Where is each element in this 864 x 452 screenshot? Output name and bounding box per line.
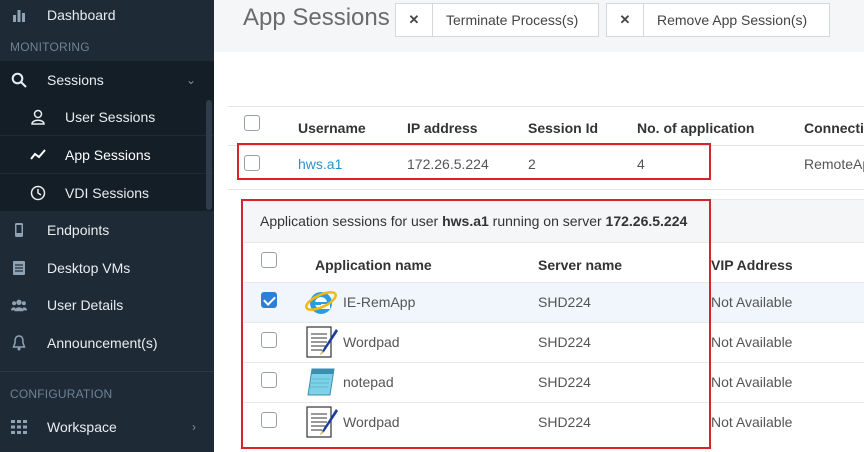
- sidebar-item-app-sessions[interactable]: App Sessions: [0, 136, 214, 173]
- sidebar-item-label: Workspace: [47, 418, 117, 435]
- sidebar-item-label: Dashboard: [47, 6, 116, 23]
- sidebar-item-dashboard[interactable]: Dashboard: [0, 0, 214, 33]
- table-divider: [228, 106, 864, 107]
- remove-app-session-label: Remove App Session(s): [657, 12, 808, 28]
- remove-app-session-button[interactable]: ✕ Remove App Session(s): [606, 3, 830, 37]
- grid-icon: [11, 419, 27, 435]
- bar-chart-icon: [11, 7, 27, 23]
- clock-icon: [30, 185, 46, 201]
- application-name-cell: IE-RemApp: [343, 294, 416, 310]
- sidebar-item-announcements[interactable]: Announcement(s): [0, 324, 214, 361]
- vip-address-cell: Not Available: [711, 334, 793, 350]
- users-icon: [11, 297, 27, 313]
- row-checkbox[interactable]: [261, 372, 277, 388]
- server-icon: [11, 260, 27, 276]
- user-icon: [30, 109, 46, 125]
- table-divider: [228, 189, 864, 190]
- sidebar-item-label: VDI Sessions: [65, 184, 150, 201]
- sidebar-item-label: Sessions: [47, 71, 104, 88]
- column-header-vip-address: VIP Address: [711, 257, 793, 273]
- server-name-cell: SHD224: [538, 334, 591, 350]
- mobile-device-icon: [11, 222, 27, 238]
- sidebar-item-label: Announcement(s): [47, 334, 158, 351]
- column-header-server-name: Server name: [538, 257, 623, 273]
- column-header-ip-address: IP address: [407, 120, 478, 136]
- sidebar-item-endpoints[interactable]: Endpoints: [0, 211, 214, 248]
- sidebar-item-label: App Sessions: [65, 146, 151, 163]
- sidebar-item-label: Desktop VMs: [47, 259, 131, 276]
- close-icon: ✕: [607, 4, 644, 36]
- vip-address-cell: Not Available: [711, 294, 793, 310]
- server-name-cell: SHD224: [538, 414, 591, 430]
- row-checkbox[interactable]: [261, 412, 277, 428]
- column-header-connection: Connectio: [804, 120, 864, 136]
- application-name-cell: notepad: [343, 374, 394, 390]
- caption-prefix: Application sessions for user: [260, 213, 443, 229]
- sidebar-item-sessions[interactable]: Sessions ⌄: [0, 61, 214, 98]
- caption-middle: running on server: [488, 213, 606, 229]
- main-content: App Sessions ✕ Terminate Process(s) ✕ Re…: [214, 0, 864, 452]
- wordpad-icon: [304, 405, 338, 439]
- server-name-cell: SHD224: [538, 374, 591, 390]
- line-chart-icon: [30, 147, 46, 163]
- sidebar-item-workspace[interactable]: Workspace ›: [0, 408, 214, 445]
- row-checkbox[interactable]: [261, 332, 277, 348]
- caption-user: hws.a1: [442, 213, 489, 229]
- page-header: App Sessions ✕ Terminate Process(s) ✕ Re…: [214, 0, 864, 52]
- section-header-configuration: CONFIGURATION: [10, 387, 113, 401]
- sidebar-item-vdi-sessions[interactable]: VDI Sessions: [0, 174, 214, 211]
- caption-server: 172.26.5.224: [605, 213, 688, 229]
- sidebar-scrollbar[interactable]: [206, 100, 212, 210]
- sidebar: Dashboard MONITORING Sessions ⌄ User Ses…: [0, 0, 214, 452]
- app-count-cell: 4: [637, 156, 645, 172]
- ie-icon: [304, 285, 338, 319]
- vip-address-cell: Not Available: [711, 374, 793, 390]
- vip-address-cell: Not Available: [711, 414, 793, 430]
- search-icon: [11, 72, 27, 88]
- page-title: App Sessions: [243, 4, 390, 31]
- chevron-down-icon: ⌄: [185, 72, 196, 87]
- column-header-application-name: Application name: [315, 257, 432, 273]
- close-icon: ✕: [396, 4, 433, 36]
- session-id-cell: 2: [528, 156, 536, 172]
- terminate-process-button[interactable]: ✕ Terminate Process(s): [395, 3, 599, 37]
- column-header-session-id: Session Id: [528, 120, 599, 136]
- select-all-apps-checkbox[interactable]: [261, 252, 277, 268]
- row-checkbox[interactable]: [261, 292, 277, 308]
- bell-icon: [11, 334, 27, 351]
- application-name-cell: Wordpad: [343, 334, 400, 350]
- column-header-username: Username: [298, 120, 366, 136]
- select-all-sessions-checkbox[interactable]: [244, 115, 260, 131]
- sidebar-divider: [0, 371, 214, 372]
- application-name-cell: Wordpad: [343, 414, 400, 430]
- session-row-checkbox[interactable]: [244, 155, 260, 171]
- table-divider: [228, 145, 864, 146]
- username-link[interactable]: hws.a1: [298, 156, 342, 172]
- ip-address-cell: 172.26.5.224: [407, 156, 489, 172]
- detail-panel-header: Application sessions for user hws.a1 run…: [244, 199, 864, 242]
- sidebar-item-user-details[interactable]: User Details: [0, 286, 214, 323]
- sidebar-item-label: User Details: [47, 296, 124, 313]
- detail-caption: Application sessions for user hws.a1 run…: [260, 213, 687, 229]
- sidebar-item-desktop-vms[interactable]: Desktop VMs: [0, 249, 214, 286]
- wordpad-icon: [304, 325, 338, 359]
- sidebar-item-user-sessions[interactable]: User Sessions: [0, 98, 214, 135]
- sidebar-item-label: Endpoints: [47, 221, 110, 238]
- server-name-cell: SHD224: [538, 294, 591, 310]
- notepad-icon: [304, 365, 338, 399]
- chevron-right-icon: ›: [192, 419, 196, 434]
- column-header-app-count: No. of application: [637, 120, 755, 136]
- connection-cell: RemoteAp: [804, 156, 864, 172]
- section-header-monitoring: MONITORING: [10, 40, 90, 54]
- terminate-process-label: Terminate Process(s): [446, 12, 579, 28]
- sidebar-item-label: User Sessions: [65, 108, 156, 125]
